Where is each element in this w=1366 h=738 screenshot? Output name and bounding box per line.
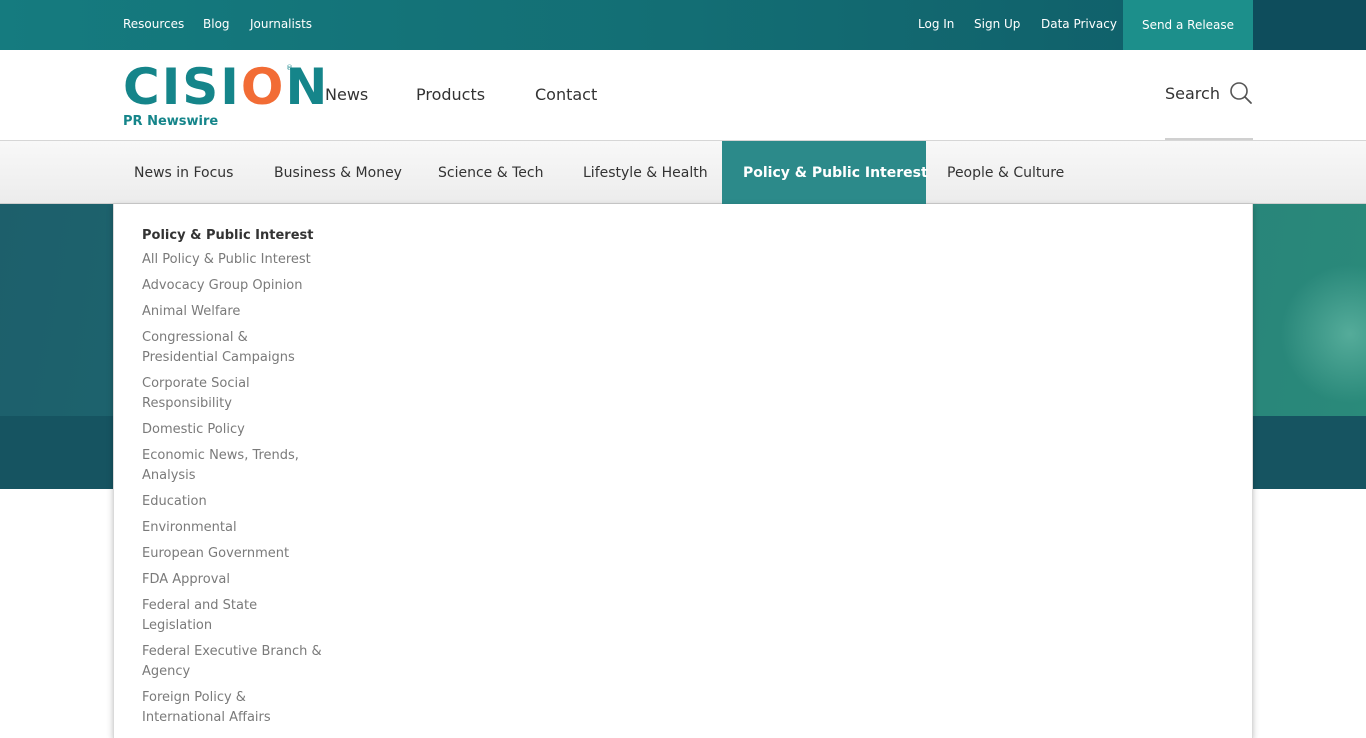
blog-link[interactable]: Blog: [203, 17, 230, 31]
dropdown-list: All Policy & Public Interest Advocacy Gro…: [142, 250, 322, 734]
tab-policy-public-interest[interactable]: Policy & Public Interest: [722, 141, 928, 204]
send-release-button[interactable]: Send a Release: [1123, 0, 1253, 50]
search-label: Search: [1165, 84, 1220, 103]
category-bar: News in Focus Business & Money Science &…: [0, 141, 1366, 204]
dropdown-item[interactable]: Congressional & Presidential Campaigns: [142, 328, 322, 368]
data-privacy-link[interactable]: Data Privacy: [1041, 17, 1117, 31]
tab-business-money[interactable]: Business & Money: [253, 141, 423, 204]
dropdown-item[interactable]: European Government: [142, 544, 322, 564]
dropdown-item[interactable]: Domestic Policy: [142, 420, 322, 440]
topbar-dark-block: [1253, 0, 1366, 50]
cision-logo[interactable]: CISION ® PR Newswire: [123, 62, 327, 130]
dropdown-item[interactable]: Animal Welfare: [142, 302, 322, 322]
dropdown-item[interactable]: Education: [142, 492, 322, 512]
dropdown-item[interactable]: Environmental: [142, 518, 322, 538]
tab-lifestyle-health[interactable]: Lifestyle & Health: [562, 141, 729, 204]
dropdown-item[interactable]: All Policy & Public Interest: [142, 250, 322, 270]
search-button[interactable]: Search: [1165, 50, 1253, 140]
dropdown-item[interactable]: FDA Approval: [142, 570, 322, 590]
nav-contact[interactable]: Contact: [535, 85, 597, 104]
search-icon: [1230, 82, 1252, 104]
logo-subtitle: PR Newswire: [123, 114, 219, 129]
resources-link[interactable]: Resources: [123, 17, 184, 31]
tab-people-culture[interactable]: People & Culture: [926, 141, 1085, 204]
dropdown-item[interactable]: Foreign Policy & International Affairs: [142, 688, 322, 728]
hero-glow: [1280, 264, 1366, 404]
tab-news-in-focus[interactable]: News in Focus: [113, 141, 254, 204]
registered-mark: ®: [286, 64, 293, 72]
logo-wordmark: CISION: [123, 58, 330, 116]
site-header: CISION ® PR Newswire News Products Conta…: [0, 50, 1366, 141]
dropdown-item[interactable]: Advocacy Group Opinion: [142, 276, 322, 296]
dropdown-item[interactable]: Corporate Social Responsibility: [142, 374, 322, 414]
top-utility-bar: Resources Blog Journalists Log In Sign U…: [0, 0, 1366, 50]
signup-link[interactable]: Sign Up: [974, 17, 1020, 31]
dropdown-item[interactable]: Federal Executive Branch & Agency: [142, 642, 322, 682]
category-dropdown: Policy & Public Interest All Policy & Pu…: [113, 204, 1253, 738]
nav-news[interactable]: News: [325, 85, 368, 104]
dropdown-title: Policy & Public Interest: [142, 228, 314, 243]
login-link[interactable]: Log In: [918, 17, 954, 31]
tab-science-tech[interactable]: Science & Tech: [417, 141, 564, 204]
nav-products[interactable]: Products: [416, 85, 485, 104]
dropdown-item[interactable]: Federal and State Legislation: [142, 596, 322, 636]
dropdown-item[interactable]: Economic News, Trends, Analysis: [142, 446, 322, 486]
journalists-link[interactable]: Journalists: [250, 17, 312, 31]
